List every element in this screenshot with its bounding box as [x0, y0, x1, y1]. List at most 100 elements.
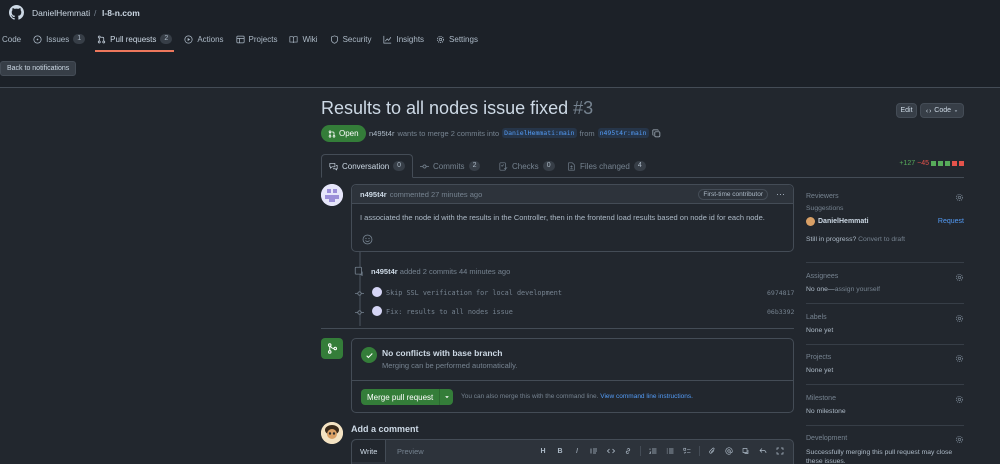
head-branch-link[interactable]: n495t4r:main — [597, 128, 649, 138]
diffstat-additions: +127 — [899, 160, 916, 167]
unordered-list-button[interactable] — [663, 445, 677, 457]
tab-files-changed[interactable]: Files changed 4 — [560, 154, 653, 178]
mention-button[interactable] — [722, 445, 736, 457]
commit-author-avatar[interactable] — [372, 306, 382, 316]
suggested-reviewer: DanielHemmati Request — [806, 217, 964, 226]
reviewer-avatar — [806, 217, 815, 226]
gear-icon[interactable] — [955, 273, 964, 282]
bold-button[interactable]: B — [553, 445, 567, 457]
quote-button[interactable] — [587, 445, 601, 457]
tab-checks[interactable]: Checks 0 — [492, 154, 562, 178]
commit-author-avatar[interactable] — [372, 287, 382, 297]
comment-author-link[interactable]: n495t4r — [360, 190, 387, 199]
author-avatar[interactable] — [321, 184, 343, 206]
pr-author-link[interactable]: n495t4r — [369, 129, 394, 138]
task-list-button[interactable] — [680, 445, 694, 457]
merge-pull-request-button[interactable]: Merge pull request — [361, 389, 441, 405]
nav-security[interactable]: Security — [324, 29, 378, 49]
labels-title[interactable]: Labels — [806, 314, 964, 321]
comment-card: n495t4r commented 27 minutes ago First-t… — [351, 184, 794, 252]
milestone-title[interactable]: Milestone — [806, 395, 964, 402]
italic-button[interactable]: I — [570, 445, 584, 457]
git-pull-request-icon — [328, 129, 336, 138]
tab-conversation[interactable]: Conversation 0 — [321, 154, 414, 178]
code-button[interactable] — [604, 445, 618, 457]
pr-title: Results to all nodes issue fixed — [321, 98, 569, 118]
commit-sha[interactable]: 06b3392 — [767, 308, 794, 316]
pr-tabs: Conversation 0 Commits 2 Checks 0 Files … — [321, 154, 964, 178]
commit-item[interactable]: Fix: results to all nodes issue — [386, 308, 513, 316]
tab-conversation-count: 0 — [393, 161, 406, 171]
paperclip-icon — [709, 447, 715, 454]
page-title: Results to all nodes issue fixed #3 — [321, 98, 593, 119]
nav-actions[interactable]: Actions — [178, 29, 229, 49]
issue-opened-icon — [33, 34, 42, 44]
commits-event: n495t4r added 2 commits 44 minutes ago — [371, 267, 510, 276]
kebab-menu-icon[interactable]: ··· — [776, 189, 785, 199]
gear-icon[interactable] — [955, 193, 964, 202]
list-unordered-icon — [666, 448, 674, 454]
mention-icon — [725, 447, 733, 455]
nav-pull-requests[interactable]: Pull requests 2 — [91, 29, 178, 52]
gear-icon[interactable] — [955, 395, 964, 404]
tab-write[interactable]: Write — [352, 440, 387, 462]
convert-to-draft-link[interactable]: Convert to draft — [858, 236, 905, 243]
nav-settings[interactable]: Settings — [430, 29, 484, 49]
merge-method-dropdown[interactable] — [440, 389, 453, 405]
commits-event-author[interactable]: n495t4r — [371, 267, 398, 276]
toolbar-separator — [640, 446, 641, 456]
commit-item[interactable]: Skip SSL verification for local developm… — [386, 289, 562, 297]
nav-wiki[interactable]: Wiki — [283, 29, 323, 49]
code-button-label: Code — [934, 107, 952, 114]
pr-state-badge: Open — [321, 125, 366, 142]
chevron-down-icon — [444, 396, 449, 399]
nav-projects[interactable]: Projects — [230, 29, 284, 49]
merge-status-title: No conflicts with base branch — [382, 348, 503, 358]
reviewer-name[interactable]: DanielHemmati — [818, 218, 869, 225]
copy-icon[interactable] — [652, 128, 661, 138]
identicon-icon — [321, 184, 343, 206]
nav-actions-label: Actions — [197, 34, 224, 44]
back-to-notifications-button[interactable]: Back to notifications — [0, 61, 77, 76]
base-branch-link[interactable]: DanielHemmati:main — [502, 128, 577, 138]
merge-hint: You can also merge this with the command… — [461, 393, 693, 400]
ordered-list-button[interactable] — [646, 445, 660, 457]
current-user-avatar[interactable] — [321, 422, 343, 444]
draft-prompt: Still in progress? Convert to draft — [806, 236, 964, 243]
attach-button[interactable] — [705, 445, 719, 457]
edit-button[interactable]: Edit — [896, 103, 917, 118]
reviewers-title[interactable]: Reviewers — [806, 193, 964, 200]
nav-code[interactable]: Code — [0, 29, 27, 49]
command-line-instructions-link[interactable]: View command line instructions. — [600, 393, 693, 400]
reference-button[interactable] — [739, 445, 753, 457]
projects-title[interactable]: Projects — [806, 354, 964, 361]
editor-toolbar: H B I — [536, 445, 787, 457]
nav-insights[interactable]: Insights — [377, 29, 430, 49]
fullscreen-button[interactable] — [773, 445, 787, 457]
merge-button-group: Merge pull request — [361, 389, 454, 405]
request-review-link[interactable]: Request — [938, 218, 964, 225]
assign-yourself-link[interactable]: assign yourself — [835, 286, 880, 293]
diffstat-block — [945, 161, 950, 166]
gear-icon[interactable] — [955, 435, 964, 444]
tab-commits[interactable]: Commits 2 — [413, 154, 487, 178]
nav-issues[interactable]: Issues 1 — [27, 29, 91, 49]
repo-owner-link[interactable]: DanielHemmati — [32, 8, 90, 18]
reply-button[interactable] — [756, 445, 770, 457]
assignees-title[interactable]: Assignees — [806, 273, 964, 280]
github-logo-icon[interactable] — [9, 5, 24, 20]
development-title[interactable]: Development — [806, 435, 964, 442]
commit-message[interactable]: Skip SSL verification for local developm… — [386, 289, 562, 297]
smiley-icon[interactable] — [362, 234, 373, 245]
gear-icon[interactable] — [955, 314, 964, 323]
repo-name-link[interactable]: l-8-n.com — [102, 8, 140, 18]
diffstat: +127 −45 — [899, 160, 964, 167]
commit-sha[interactable]: 6974817 — [767, 289, 794, 297]
tab-preview[interactable]: Preview — [389, 440, 432, 462]
link-button[interactable] — [621, 445, 635, 457]
code-dropdown-button[interactable]: Code — [920, 103, 964, 118]
commit-message[interactable]: Fix: results to all nodes issue — [386, 308, 513, 316]
comment-time[interactable]: commented 27 minutes ago — [390, 190, 483, 199]
heading-button[interactable]: H — [536, 445, 550, 457]
gear-icon[interactable] — [955, 354, 964, 363]
